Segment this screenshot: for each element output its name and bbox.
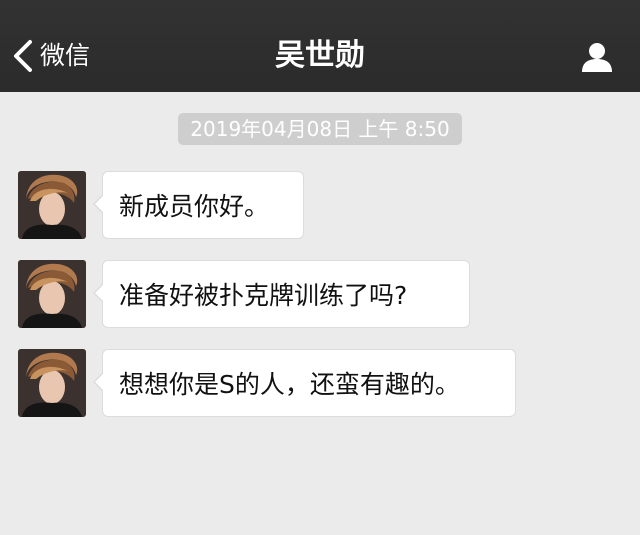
navigation-bar: 微信 吴世勋 — [0, 0, 640, 92]
message-bubble[interactable]: 准备好被扑克牌训练了吗? — [93, 260, 470, 328]
back-button[interactable]: 微信 — [12, 36, 90, 76]
message-text: 新成员你好。 — [119, 192, 270, 221]
message-bubble[interactable]: 新成员你好。 — [93, 171, 304, 239]
profile-button[interactable] — [580, 40, 614, 74]
person-icon — [580, 40, 614, 74]
message-bubble[interactable]: 想想你是S的人，还蛮有趣的。 — [93, 349, 516, 417]
chevron-left-icon — [12, 39, 34, 73]
back-label: 微信 — [40, 41, 91, 70]
avatar[interactable] — [18, 171, 86, 239]
message-text: 想想你是S的人，还蛮有趣的。 — [119, 370, 460, 399]
avatar[interactable] — [18, 349, 86, 417]
message-text: 准备好被扑克牌训练了吗? — [119, 281, 408, 310]
timestamp: 2019年04月08日 上午 8:50 — [178, 113, 462, 145]
timestamp-row: 2019年04月08日 上午 8:50 — [0, 113, 640, 145]
avatar[interactable] — [18, 260, 86, 328]
chat-title: 吴世勋 — [275, 38, 365, 73]
